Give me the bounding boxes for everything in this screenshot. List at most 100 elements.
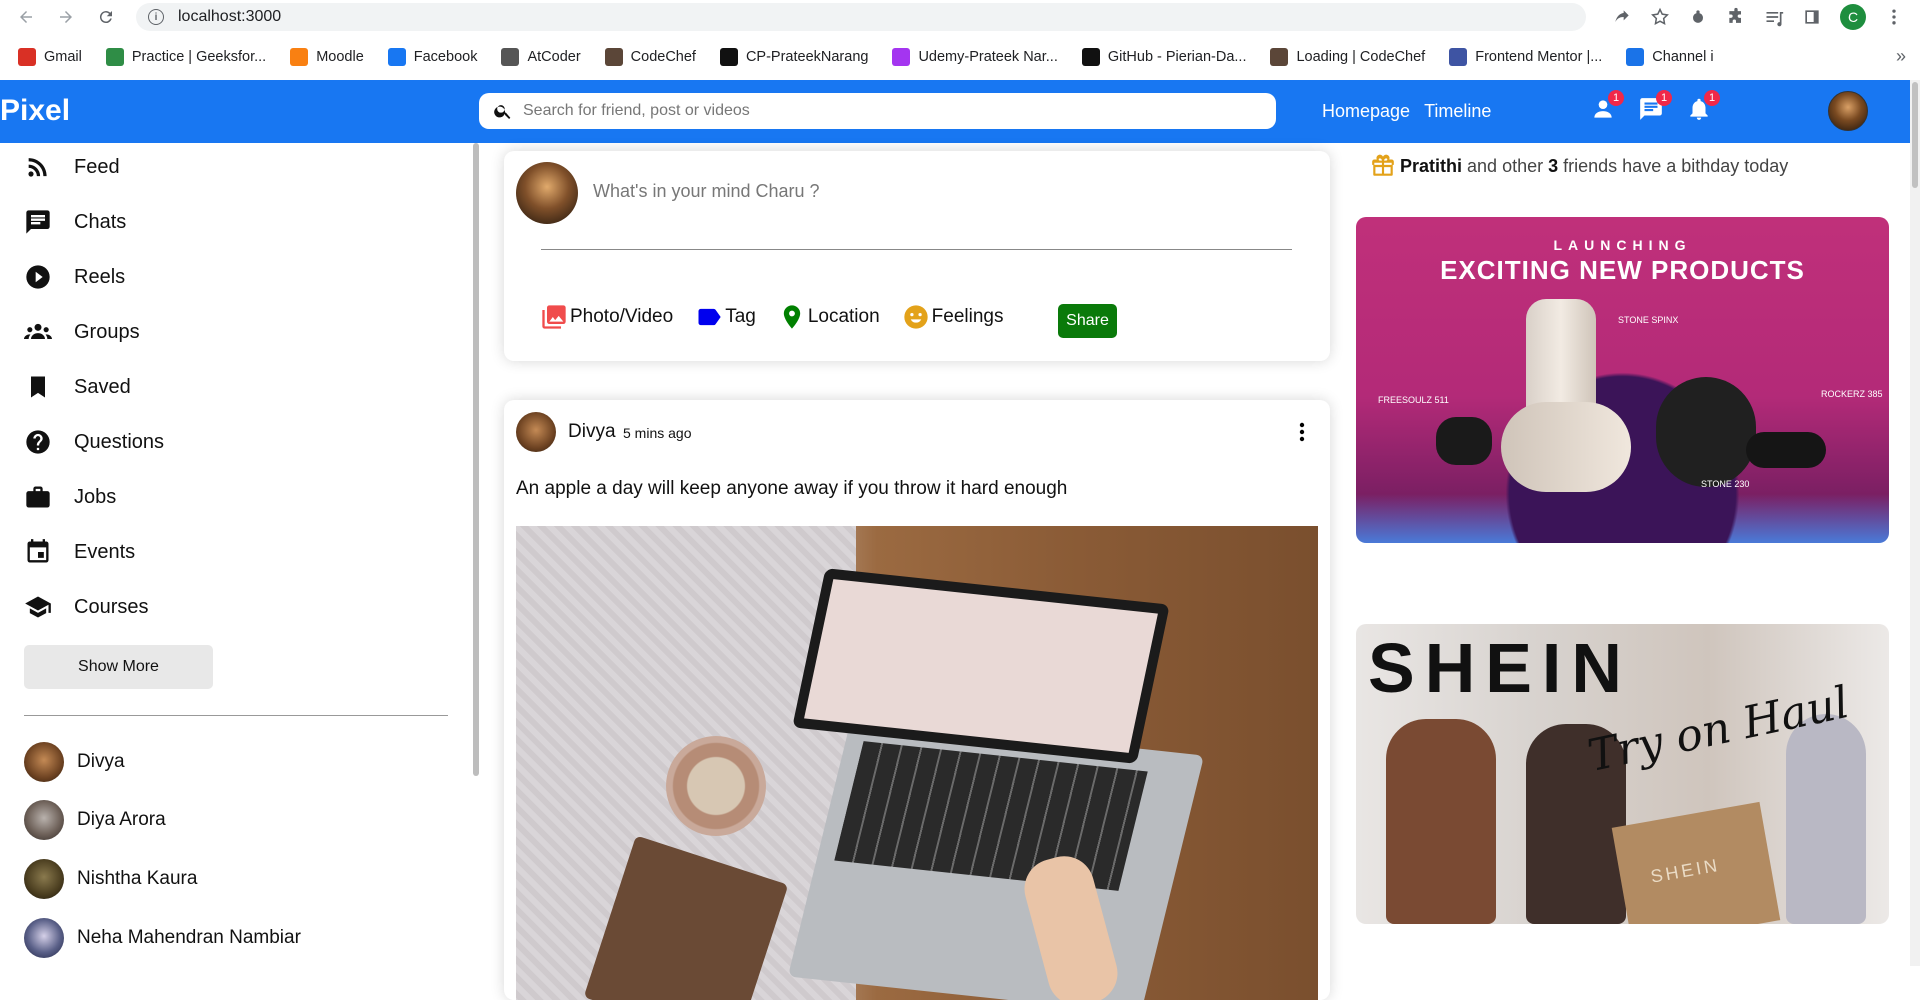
- site-info-icon[interactable]: i: [148, 9, 164, 25]
- codechef-icon: [1270, 48, 1289, 66]
- friend-requests-badge: 1: [1608, 90, 1624, 106]
- bookmarks-bar: Gmail Practice | Geeksfor... Moodle Faceboo…: [0, 40, 1920, 74]
- bookmark-item[interactable]: Udemy-Prateek Nar...: [892, 48, 1058, 66]
- forward-button[interactable]: [52, 3, 80, 31]
- friend-item[interactable]: Nishtha Kaura: [24, 859, 197, 899]
- sidebar-item-groups[interactable]: Groups: [24, 318, 140, 346]
- bookmark-item[interactable]: GitHub - Pierian-Da...: [1081, 48, 1246, 66]
- app-logo[interactable]: Pixel: [0, 94, 70, 128]
- ad-banner-products[interactable]: LAUNCHING EXCITING NEW PRODUCTS STONE SP…: [1356, 217, 1889, 543]
- bookmark-item[interactable]: Moodle: [290, 48, 364, 66]
- sidebar-item-label: Questions: [74, 430, 165, 453]
- sidebar-item-label: Courses: [74, 595, 149, 618]
- avatar[interactable]: [516, 412, 556, 452]
- bookmark-label: Udemy-Prateek Nar...: [918, 49, 1058, 65]
- facebook-icon: [387, 48, 406, 66]
- page-scrollbar[interactable]: [1910, 80, 1920, 966]
- bookmark-star-icon[interactable]: [1650, 7, 1670, 27]
- feelings-option[interactable]: Feelings: [902, 303, 1004, 331]
- bookmark-item[interactable]: CodeChef: [604, 48, 696, 66]
- sidebar-item-jobs[interactable]: Jobs: [24, 483, 116, 511]
- geeksforgeeks-icon: [105, 48, 124, 66]
- share-options: Photo/Video Tag Location Feelings: [540, 303, 1026, 331]
- location-option[interactable]: Location: [778, 303, 880, 331]
- notifications-button[interactable]: 1: [1686, 90, 1720, 122]
- profile-avatar[interactable]: C: [1840, 4, 1866, 30]
- friend-item[interactable]: Diya Arora: [24, 800, 166, 840]
- sidebar-item-questions[interactable]: Questions: [24, 428, 164, 456]
- search-input[interactable]: [523, 102, 1223, 120]
- messages-button[interactable]: 1: [1638, 90, 1672, 122]
- menu-kebab-icon[interactable]: [1884, 7, 1904, 27]
- photo-video-option[interactable]: Photo/Video: [540, 303, 673, 331]
- product-label: FREESOULZ 511: [1378, 395, 1449, 405]
- search-bar[interactable]: [479, 93, 1276, 129]
- sidebar-item-events[interactable]: Events: [24, 538, 135, 566]
- friend-requests-button[interactable]: 1: [1590, 90, 1624, 122]
- address-bar[interactable]: i localhost:3000: [136, 3, 1586, 31]
- more-vert-icon[interactable]: [1290, 418, 1314, 446]
- briefcase-icon: [26, 486, 50, 508]
- tag-option[interactable]: Tag: [695, 303, 756, 331]
- post-author[interactable]: Divya: [568, 421, 616, 443]
- sidebar-item-chats[interactable]: Chats: [24, 208, 126, 236]
- friend-name: Diya Arora: [77, 809, 166, 830]
- location-label: Location: [807, 306, 880, 327]
- post-image[interactable]: [516, 526, 1318, 1000]
- rss-icon: [28, 158, 47, 177]
- friend-item[interactable]: Neha Mahendran Nambiar: [24, 918, 301, 958]
- friend-item[interactable]: Divya: [24, 742, 125, 782]
- model-figure: [1386, 719, 1496, 924]
- photo-library-icon: [542, 305, 566, 329]
- bookmark-item[interactable]: Loading | CodeChef: [1270, 48, 1425, 66]
- friend-name: Divya: [77, 751, 125, 772]
- bookmark-item[interactable]: AtCoder: [501, 48, 581, 66]
- feelings-label: Feelings: [931, 306, 1004, 327]
- birthday-name[interactable]: Pratithi: [1400, 156, 1462, 177]
- groups-icon: [24, 323, 52, 339]
- reload-button[interactable]: [92, 3, 120, 31]
- user-avatar[interactable]: [1828, 91, 1868, 131]
- post-input[interactable]: [593, 181, 1193, 202]
- bookmark-item[interactable]: Gmail: [18, 48, 82, 66]
- more-bookmarks-button[interactable]: »: [1896, 46, 1906, 67]
- play-circle-icon: [26, 265, 50, 289]
- bookmark-item[interactable]: Channel i: [1626, 48, 1714, 66]
- sidebar-item-feed[interactable]: Feed: [24, 153, 120, 181]
- tag-label: Tag: [725, 306, 756, 327]
- page-scrollbar-thumb[interactable]: [1912, 82, 1918, 188]
- extension-bug-icon[interactable]: [1688, 7, 1708, 27]
- bookmark-item[interactable]: Practice | Geeksfor...: [105, 48, 266, 66]
- app-topbar: Pixel Homepage Timeline 1 1 1: [0, 80, 1910, 143]
- search-icon: [494, 105, 511, 119]
- media-queue-icon[interactable]: [1764, 7, 1784, 27]
- birthday-count: 3: [1548, 155, 1559, 176]
- sidebar-item-reels[interactable]: Reels: [24, 263, 125, 291]
- atcoder-icon: [501, 48, 520, 66]
- share-card: Photo/Video Tag Location Feelings Share: [504, 151, 1330, 361]
- side-panel-icon[interactable]: [1802, 7, 1822, 27]
- udemy-icon: [892, 48, 911, 66]
- ad-brand: SHEIN: [1368, 629, 1632, 707]
- arrow-back-icon: [20, 11, 32, 23]
- homepage-link[interactable]: Homepage: [1322, 101, 1410, 122]
- timeline-link[interactable]: Timeline: [1424, 101, 1491, 122]
- notifications-badge: 1: [1704, 90, 1720, 106]
- channel-icon: [1626, 48, 1645, 66]
- bookmark-item[interactable]: Facebook: [387, 48, 477, 66]
- sidebar-scrollbar[interactable]: [473, 143, 479, 776]
- bookmark-item[interactable]: Frontend Mentor |...: [1449, 48, 1602, 66]
- sidebar-item-courses[interactable]: Courses: [24, 593, 148, 621]
- show-more-button[interactable]: Show More: [24, 645, 213, 689]
- back-button[interactable]: [12, 3, 40, 31]
- product-label: STONE 230: [1701, 479, 1750, 489]
- ad-banner-shein[interactable]: SHEIN SHEIN Try on Haul: [1356, 624, 1889, 924]
- sidebar-item-saved[interactable]: Saved: [24, 373, 131, 401]
- bookmark-item[interactable]: CP-PrateekNarang: [719, 48, 868, 66]
- share-button[interactable]: Share: [1058, 304, 1117, 338]
- moodle-icon: [290, 48, 309, 66]
- sidebar-item-label: Saved: [74, 375, 131, 398]
- chat-icon: [26, 210, 50, 234]
- share-page-icon[interactable]: [1612, 7, 1632, 27]
- extensions-puzzle-icon[interactable]: [1726, 7, 1746, 27]
